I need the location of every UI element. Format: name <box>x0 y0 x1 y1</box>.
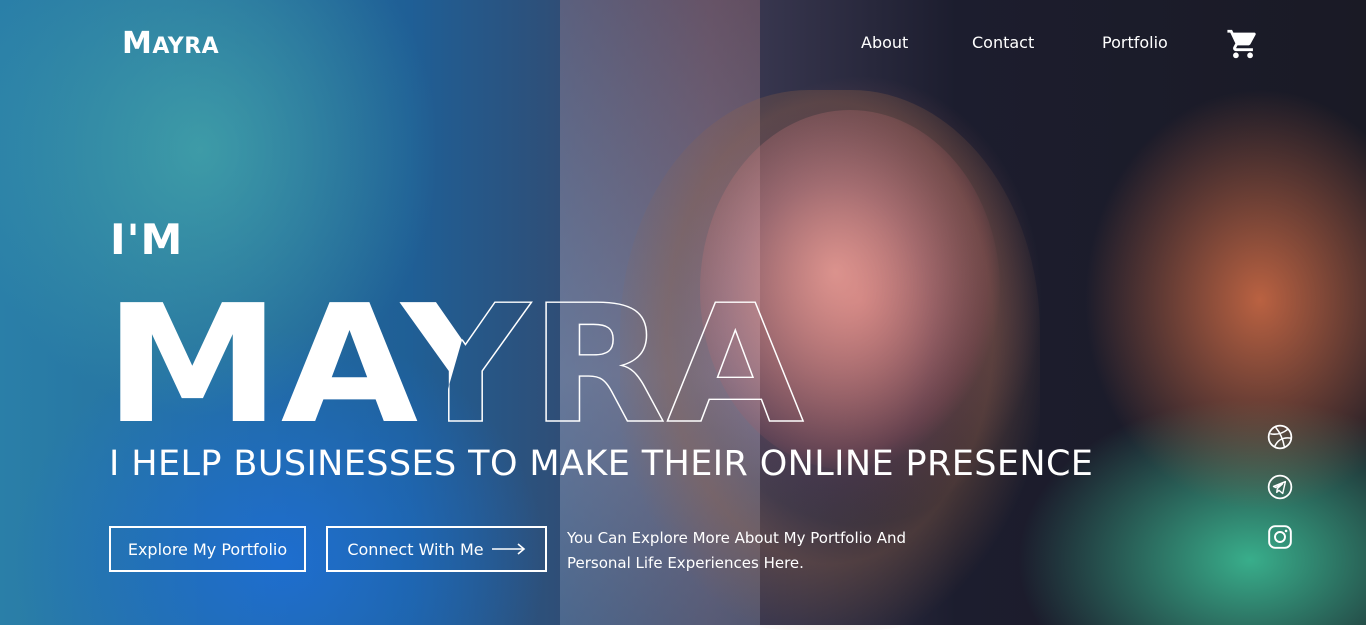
hero-description: You Can Explore More About My Portfolio … <box>567 529 907 572</box>
nav-portfolio[interactable]: Portfolio <box>1102 33 1168 52</box>
connect-button[interactable]: Connect With Me <box>326 526 547 572</box>
dribbble-icon[interactable] <box>1267 424 1293 450</box>
shopping-cart-icon[interactable] <box>1226 27 1260 61</box>
hero-prefix: I'M <box>110 215 184 264</box>
hero-tagline: I HELP BUSINESSES TO MAKE THEIR ONLINE P… <box>109 444 1094 484</box>
instagram-icon[interactable] <box>1267 524 1293 550</box>
brand-initial: M <box>122 26 153 61</box>
face-glow <box>700 110 1000 470</box>
brand-logo[interactable]: MAYRA <box>122 26 219 61</box>
explore-portfolio-label: Explore My Portfolio <box>127 539 288 559</box>
telegram-icon[interactable] <box>1267 474 1293 500</box>
nav-about[interactable]: About <box>861 33 908 52</box>
brand-rest: AYRA <box>152 34 220 59</box>
explore-portfolio-button[interactable]: Explore My Portfolio <box>109 526 306 572</box>
connect-label: Connect With Me <box>347 539 484 559</box>
nav-contact[interactable]: Contact <box>972 33 1034 52</box>
arrow-right-icon <box>491 543 525 555</box>
